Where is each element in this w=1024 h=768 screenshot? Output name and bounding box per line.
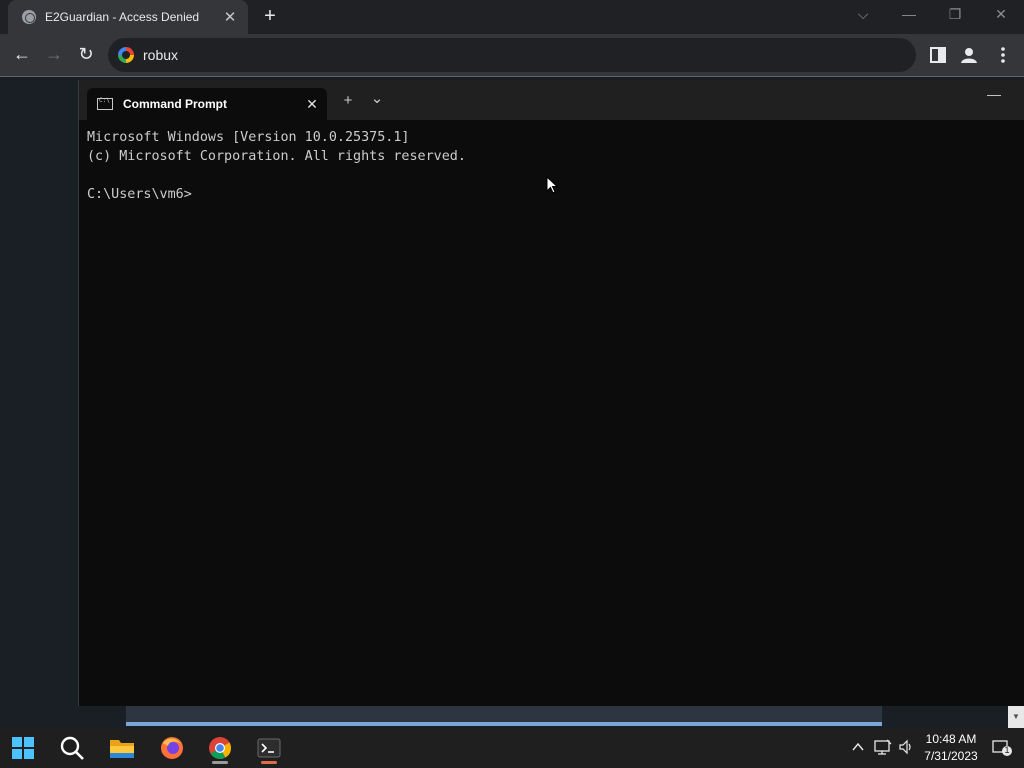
taskbar: 10:48 AM 7/31/2023 1 bbox=[0, 728, 1024, 768]
horizontal-scrollbar-thumb[interactable] bbox=[126, 706, 882, 726]
side-panel-icon[interactable] bbox=[927, 44, 949, 66]
terminal-output[interactable]: Microsoft Windows [Version 10.0.25375.1]… bbox=[87, 128, 466, 204]
network-button[interactable] bbox=[874, 739, 892, 758]
terminal-minimize-button[interactable]: — bbox=[987, 86, 1001, 102]
toolbar-divider bbox=[0, 76, 1024, 77]
profile-icon[interactable] bbox=[958, 44, 980, 66]
browser-tab-strip: E2Guardian - Access Denied ✕ + ⌵ — ❐ ✕ bbox=[0, 0, 1024, 34]
back-button[interactable]: ← bbox=[10, 43, 34, 67]
notifications-button[interactable]: 1 bbox=[992, 739, 1012, 760]
terminal-new-tab-button[interactable]: + bbox=[338, 92, 358, 109]
chrome-button[interactable] bbox=[204, 732, 236, 764]
browser-toolbar: ← → ↻ robux bbox=[0, 34, 1024, 76]
address-bar-text: robux bbox=[143, 47, 179, 63]
terminal-tab-bar: Command Prompt ✕ + ⌄ — bbox=[79, 80, 1024, 120]
start-icon bbox=[12, 737, 34, 759]
globe-icon bbox=[22, 10, 36, 24]
active-indicator bbox=[261, 761, 277, 764]
clock[interactable]: 10:48 AM 7/31/2023 bbox=[920, 731, 982, 765]
new-tab-button[interactable]: + bbox=[258, 5, 282, 29]
terminal-dropdown-button[interactable]: ⌄ bbox=[367, 89, 387, 107]
chrome-icon bbox=[209, 737, 231, 759]
terminal-button[interactable] bbox=[253, 732, 285, 764]
speaker-icon bbox=[899, 739, 911, 755]
browser-tab-title: E2Guardian - Access Denied bbox=[45, 10, 200, 24]
network-icon bbox=[874, 739, 892, 755]
reload-button[interactable]: ↻ bbox=[74, 43, 98, 67]
tab-search-button[interactable]: ⌵ bbox=[848, 6, 878, 23]
file-explorer-icon bbox=[110, 740, 134, 758]
start-button[interactable] bbox=[7, 732, 39, 764]
running-indicator bbox=[212, 761, 228, 764]
terminal-prompt: C:\Users\vm6> bbox=[87, 187, 192, 202]
search-button[interactable] bbox=[56, 732, 88, 764]
google-icon bbox=[118, 47, 134, 63]
terminal-line: Microsoft Windows [Version 10.0.25375.1] bbox=[87, 130, 410, 145]
more-menu-icon[interactable] bbox=[992, 44, 1014, 66]
close-window-button[interactable]: ✕ bbox=[986, 6, 1016, 23]
command-prompt-icon bbox=[97, 97, 113, 110]
terminal-line: (c) Microsoft Corporation. All rights re… bbox=[87, 149, 466, 164]
notification-count: 1 bbox=[1004, 745, 1010, 755]
search-icon bbox=[60, 736, 84, 760]
close-tab-button[interactable]: ✕ bbox=[222, 8, 238, 26]
terminal-icon bbox=[257, 738, 281, 758]
clock-time: 10:48 AM bbox=[925, 732, 977, 746]
chevron-up-icon bbox=[852, 742, 864, 751]
close-terminal-tab-button[interactable]: ✕ bbox=[297, 96, 327, 113]
scroll-down-arrow[interactable]: ▼ bbox=[1008, 706, 1024, 728]
file-explorer-button[interactable] bbox=[106, 732, 138, 764]
address-bar[interactable]: robux bbox=[108, 38, 916, 72]
minimize-button[interactable]: — bbox=[894, 6, 924, 22]
terminal-tab-title: Command Prompt bbox=[123, 97, 228, 111]
terminal-window: Command Prompt ✕ + ⌄ — Microsoft Windows… bbox=[78, 80, 1024, 706]
terminal-tab[interactable]: Command Prompt ✕ bbox=[87, 88, 327, 120]
volume-button[interactable] bbox=[898, 739, 914, 758]
clock-date: 7/31/2023 bbox=[924, 749, 978, 763]
firefox-button[interactable] bbox=[156, 732, 188, 764]
forward-button[interactable]: → bbox=[42, 43, 66, 67]
show-hidden-icons-button[interactable] bbox=[852, 740, 864, 755]
mouse-cursor-icon bbox=[546, 176, 558, 194]
browser-tab[interactable]: E2Guardian - Access Denied ✕ bbox=[8, 0, 248, 34]
firefox-icon bbox=[161, 737, 183, 759]
restore-button[interactable]: ❐ bbox=[940, 6, 970, 23]
